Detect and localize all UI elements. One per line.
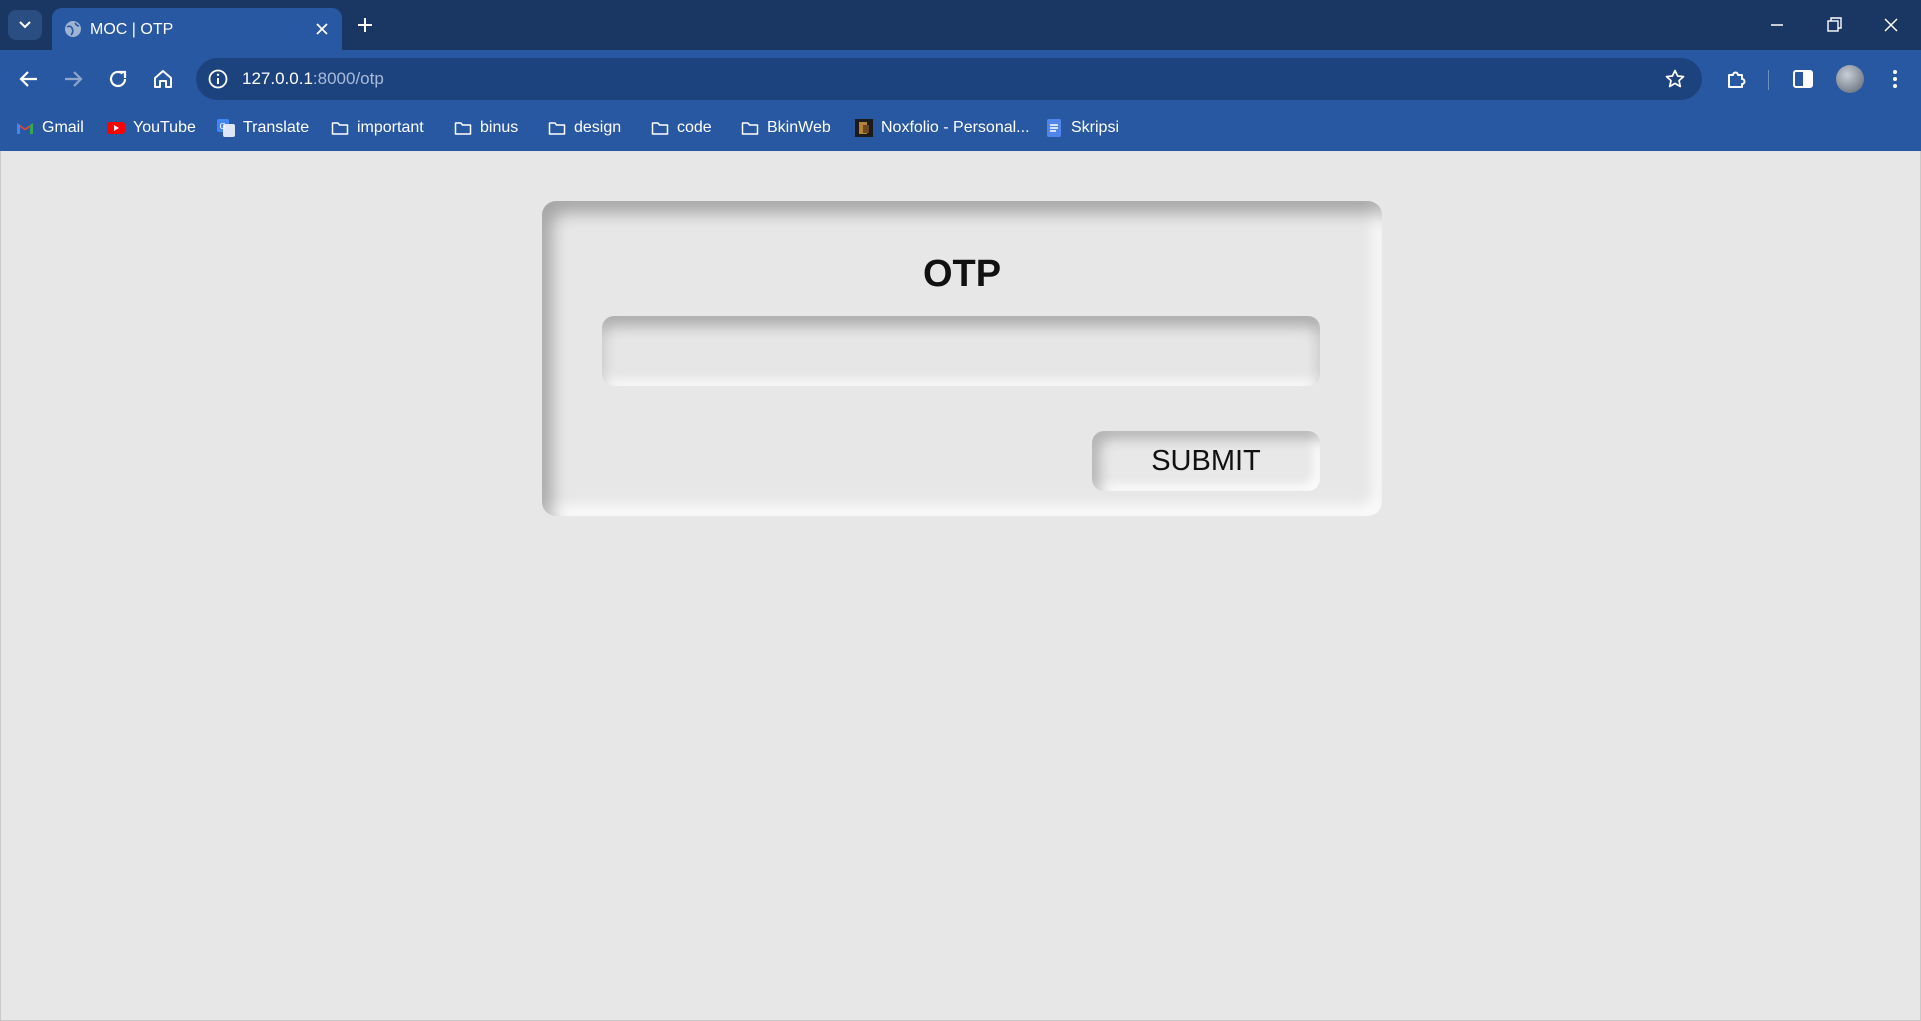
minimize-icon[interactable] (1766, 14, 1788, 36)
url-host: 127.0.0.1 (242, 69, 313, 88)
site-favicon (855, 119, 873, 137)
tab-title: MOC | OTP (90, 21, 174, 38)
bookmark-label: BkinWeb (767, 119, 831, 136)
url-path: :8000/otp (312, 69, 384, 88)
address-bar[interactable]: 127.0.0.1:8000/otp (196, 58, 1702, 100)
back-arrow-icon[interactable] (16, 66, 42, 92)
toolbar-divider (1768, 70, 1769, 90)
restore-icon[interactable] (1823, 14, 1845, 36)
profile-avatar[interactable] (1836, 65, 1864, 93)
bookmark-youtube[interactable]: YouTube (107, 116, 196, 140)
browser-title-bar: MOC | OTP (0, 0, 1921, 50)
folder-icon (548, 122, 566, 135)
bookmark-label: design (574, 119, 622, 136)
bookmarks-bar: Gmail YouTube G Translate important binu… (0, 108, 1921, 151)
side-panel-icon[interactable] (1790, 66, 1816, 92)
youtube-icon (107, 122, 125, 134)
site-info-icon[interactable] (206, 67, 230, 91)
bookmark-folder-binus[interactable]: binus (454, 116, 518, 140)
bookmark-folder-important[interactable]: important (331, 116, 424, 140)
bookmark-label: Noxfolio - Personal... (881, 119, 1030, 136)
bookmark-folder-design[interactable]: design (548, 116, 621, 140)
forward-arrow-icon[interactable] (60, 66, 86, 92)
page-title: OTP (922, 253, 1002, 295)
otp-input[interactable] (602, 316, 1320, 386)
new-tab-icon[interactable] (354, 14, 376, 36)
bookmark-label: important (357, 119, 424, 136)
browser-toolbar: 127.0.0.1:8000/otp (0, 50, 1921, 108)
bookmark-gmail[interactable]: Gmail (16, 116, 84, 140)
bookmark-noxfolio[interactable]: Noxfolio - Personal... (855, 116, 1030, 140)
bookmark-label: code (677, 119, 712, 136)
docs-icon (1047, 119, 1061, 137)
page-viewport: OTP SUBMIT (0, 151, 1921, 1021)
bookmark-label: binus (480, 119, 519, 136)
bookmark-label: Translate (243, 119, 310, 136)
gmail-icon (17, 123, 33, 134)
chevron-down-icon (19, 21, 31, 29)
browser-tab-active[interactable]: MOC | OTP (52, 8, 342, 50)
extensions-icon[interactable] (1724, 66, 1750, 92)
bookmark-label: Gmail (42, 119, 84, 136)
folder-icon (741, 122, 759, 135)
bookmark-skripsi[interactable]: Skripsi (1045, 116, 1119, 140)
reload-icon[interactable] (105, 66, 131, 92)
bookmark-folder-code[interactable]: code (651, 116, 712, 140)
bookmark-folder-bkinweb[interactable]: BkinWeb (741, 116, 831, 140)
folder-icon (331, 122, 349, 135)
bookmark-translate[interactable]: G Translate (217, 116, 309, 140)
bookmark-label: Skripsi (1071, 119, 1120, 136)
address-url: 127.0.0.1:8000/otp (242, 69, 384, 89)
translate-icon: G (217, 119, 235, 137)
bookmark-label: YouTube (133, 119, 196, 136)
tab-close-icon[interactable] (314, 21, 330, 37)
tab-search-button[interactable] (8, 10, 42, 40)
folder-icon (651, 122, 669, 135)
more-menu-icon[interactable] (1882, 66, 1908, 92)
svg-text:G: G (220, 122, 226, 131)
submit-button[interactable]: SUBMIT (1092, 431, 1320, 491)
globe-icon (65, 21, 81, 37)
home-icon[interactable] (150, 66, 176, 92)
otp-card: OTP SUBMIT (542, 201, 1382, 516)
window-close-icon[interactable] (1880, 14, 1902, 36)
folder-icon (454, 122, 472, 135)
bookmark-star-icon[interactable] (1664, 68, 1686, 90)
